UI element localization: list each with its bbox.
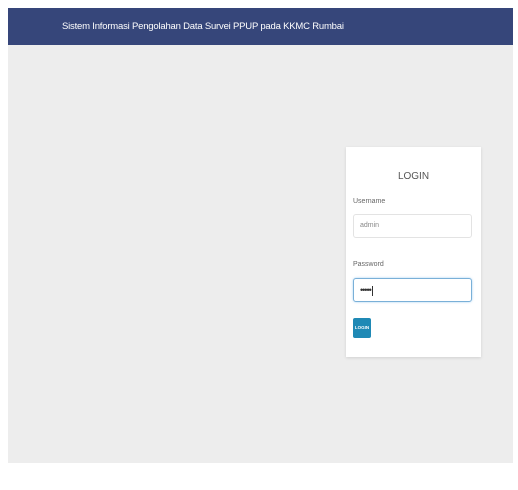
password-label: Password <box>353 261 384 268</box>
top-navbar: Sistem Informasi Pengolahan Data Survei … <box>8 8 513 45</box>
login-panel: LOGIN Username admin Password ••••• LOGI… <box>346 147 481 357</box>
login-title: LOGIN <box>397 171 430 182</box>
username-input[interactable]: admin <box>353 214 472 238</box>
username-value: admin <box>360 222 380 229</box>
login-button[interactable]: LOGIN <box>353 318 371 338</box>
password-input[interactable]: ••••• <box>353 278 472 302</box>
app-title[interactable]: Sistem Informasi Pengolahan Data Survei … <box>62 21 344 32</box>
password-value: ••••• <box>360 285 372 295</box>
username-label: Username <box>353 198 386 205</box>
app-window: Sistem Informasi Pengolahan Data Survei … <box>8 8 513 463</box>
text-caret <box>371 286 373 297</box>
